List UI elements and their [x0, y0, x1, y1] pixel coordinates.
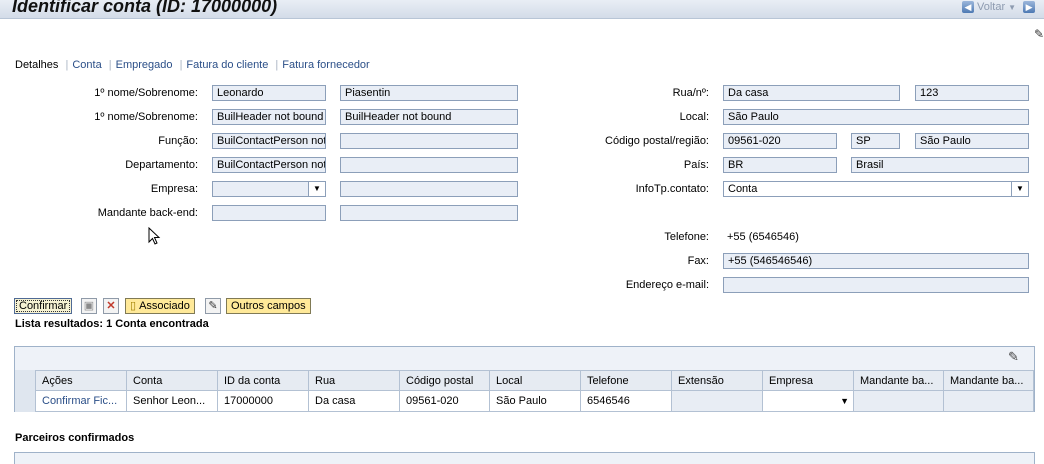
tab-separator: | [179, 59, 183, 71]
tab-detalhes[interactable]: Detalhes [15, 59, 58, 71]
column-header-empresa[interactable]: Empresa [763, 370, 854, 391]
column-header-mandante-2[interactable]: Mandante ba... [944, 370, 1034, 391]
company-field-2[interactable] [340, 181, 518, 197]
tab-separator: | [108, 59, 112, 71]
cell-street: Da casa [309, 391, 400, 412]
cell-mandante-2 [944, 391, 1034, 412]
cell-phone: 6546546 [581, 391, 672, 412]
page-title: Identificar conta (ID: 17000000) [12, 0, 278, 16]
department-label: Departamento: [125, 159, 198, 171]
x-icon[interactable]: ✕ [103, 298, 119, 314]
street-label: Rua/nº: [672, 87, 709, 99]
postal-field[interactable]: 09561-020 [723, 133, 837, 149]
last-name-field-2[interactable]: BuilHeader not bound [340, 109, 518, 125]
contact-type-dropdown[interactable]: Conta ▼ [723, 181, 1029, 197]
last-name-field[interactable]: Piasentin [340, 85, 518, 101]
company-label: Empresa: [150, 183, 198, 195]
tab-fatura-fornecedor[interactable]: Fatura fornecedor [282, 59, 369, 71]
function-label: Função: [158, 135, 198, 147]
associate-button[interactable]: ▯ Associado [125, 298, 195, 314]
tab-separator: | [65, 59, 69, 71]
column-header-rua[interactable]: Rua [309, 370, 400, 391]
phone-label: Telefone: [664, 231, 709, 243]
backend-label: Mandante back-end: [97, 207, 198, 219]
cell-postal: 09561-020 [400, 391, 490, 412]
column-header-extensao[interactable]: Extensão [672, 370, 763, 391]
name-label: 1º nome/Sobrenome: [94, 87, 198, 99]
cell-mandante-1 [854, 391, 944, 412]
phone-value: +55 (6546546) [727, 231, 799, 243]
column-header-id-conta[interactable]: ID da conta [218, 370, 309, 391]
backend-field[interactable] [212, 205, 326, 221]
postal-label: Código postal/região: [605, 135, 709, 147]
street-field[interactable]: Da casa [723, 85, 900, 101]
country-field[interactable]: Brasil [851, 157, 1029, 173]
backend-field-2[interactable] [340, 205, 518, 221]
cell-company-dropdown[interactable]: ▼ [763, 391, 854, 412]
email-label: Endereço e-mail: [625, 279, 709, 291]
more-fields-label: Outros campos [231, 300, 306, 312]
company-dropdown[interactable]: ▼ [212, 181, 326, 197]
first-name-field[interactable]: Leonardo [212, 85, 326, 101]
row-selector-header [15, 370, 36, 412]
column-header-mandante-1[interactable]: Mandante ba... [854, 370, 944, 391]
contact-type-value: Conta [728, 183, 758, 195]
row-actions[interactable]: Confirmar Fic... [36, 391, 127, 412]
country-code-field[interactable]: BR [723, 157, 837, 173]
cell-extension [672, 391, 763, 412]
fax-field[interactable]: +55 (546546546) [723, 253, 1029, 269]
local-label: Local: [679, 111, 709, 123]
column-header-acoes[interactable]: Ações [36, 370, 127, 391]
column-header-local[interactable]: Local [490, 370, 581, 391]
cell-local: São Paulo [490, 391, 581, 412]
department-field[interactable]: BuilContactPerson not [212, 157, 326, 173]
region-field[interactable]: São Paulo [915, 133, 1029, 149]
cell-account: Senhor Leon... [127, 391, 218, 412]
function-field-2[interactable] [340, 133, 518, 149]
local-field[interactable]: São Paulo [723, 109, 1029, 125]
confirm-label: Confirmar [19, 300, 68, 312]
cell-account-id: 17000000 [218, 391, 309, 412]
edit-icon[interactable]: ✎ [205, 298, 221, 314]
chevron-down-icon[interactable]: ▼ [1011, 182, 1028, 196]
arrow-left-icon[interactable]: ◀ [962, 1, 974, 13]
pencil-icon[interactable]: ✎ [1008, 349, 1019, 365]
mouse-pointer-icon [148, 227, 161, 245]
tab-empregado[interactable]: Empregado [116, 59, 173, 71]
column-header-telefone[interactable]: Telefone [581, 370, 672, 391]
name-label-2: 1º nome/Sobrenome: [94, 111, 198, 123]
chevron-down-icon[interactable]: ▼ [1008, 3, 1016, 12]
email-field[interactable] [723, 277, 1029, 293]
tab-strip: Detalhes | Conta | Empregado | Fatura do cl… [15, 59, 370, 71]
result-count: Lista resultados: 1 Conta encontrada [15, 318, 209, 330]
floppy-icon[interactable]: ▣ [81, 298, 97, 314]
partners-table [14, 452, 1035, 464]
associate-label: Associado [139, 300, 190, 312]
department-field-2[interactable] [340, 157, 518, 173]
new-document-icon: ▯ [130, 300, 137, 312]
country-label: País: [683, 159, 709, 171]
chevron-down-icon[interactable]: ▼ [840, 391, 849, 411]
function-field[interactable]: BuilContactPerson not [212, 133, 326, 149]
back-label[interactable]: Voltar [977, 1, 1005, 13]
column-header-conta[interactable]: Conta [127, 370, 218, 391]
column-header-codigo-postal[interactable]: Código postal [400, 370, 490, 391]
more-fields-button[interactable]: Outros campos [226, 298, 311, 314]
number-field[interactable]: 123 [915, 85, 1029, 101]
tab-conta[interactable]: Conta [72, 59, 101, 71]
contact-type-label: InfoTp.contato: [635, 183, 709, 195]
partners-title: Parceiros confirmados [15, 432, 135, 444]
confirm-button[interactable]: Confirmar [14, 298, 73, 314]
tab-separator: | [275, 59, 279, 71]
first-name-field-2[interactable]: BuilHeader not bound [212, 109, 326, 125]
tab-fatura-cliente[interactable]: Fatura do cliente [186, 59, 268, 71]
arrow-right-icon[interactable]: ▶ [1023, 1, 1036, 13]
fax-label: Fax: [687, 255, 709, 267]
region-code-field[interactable]: SP [851, 133, 900, 149]
wrench-icon[interactable]: ✎ [1034, 27, 1044, 41]
back-navigation[interactable]: ◀ Voltar ▼ ▶ [962, 0, 1036, 14]
chevron-down-icon[interactable]: ▼ [308, 182, 325, 196]
